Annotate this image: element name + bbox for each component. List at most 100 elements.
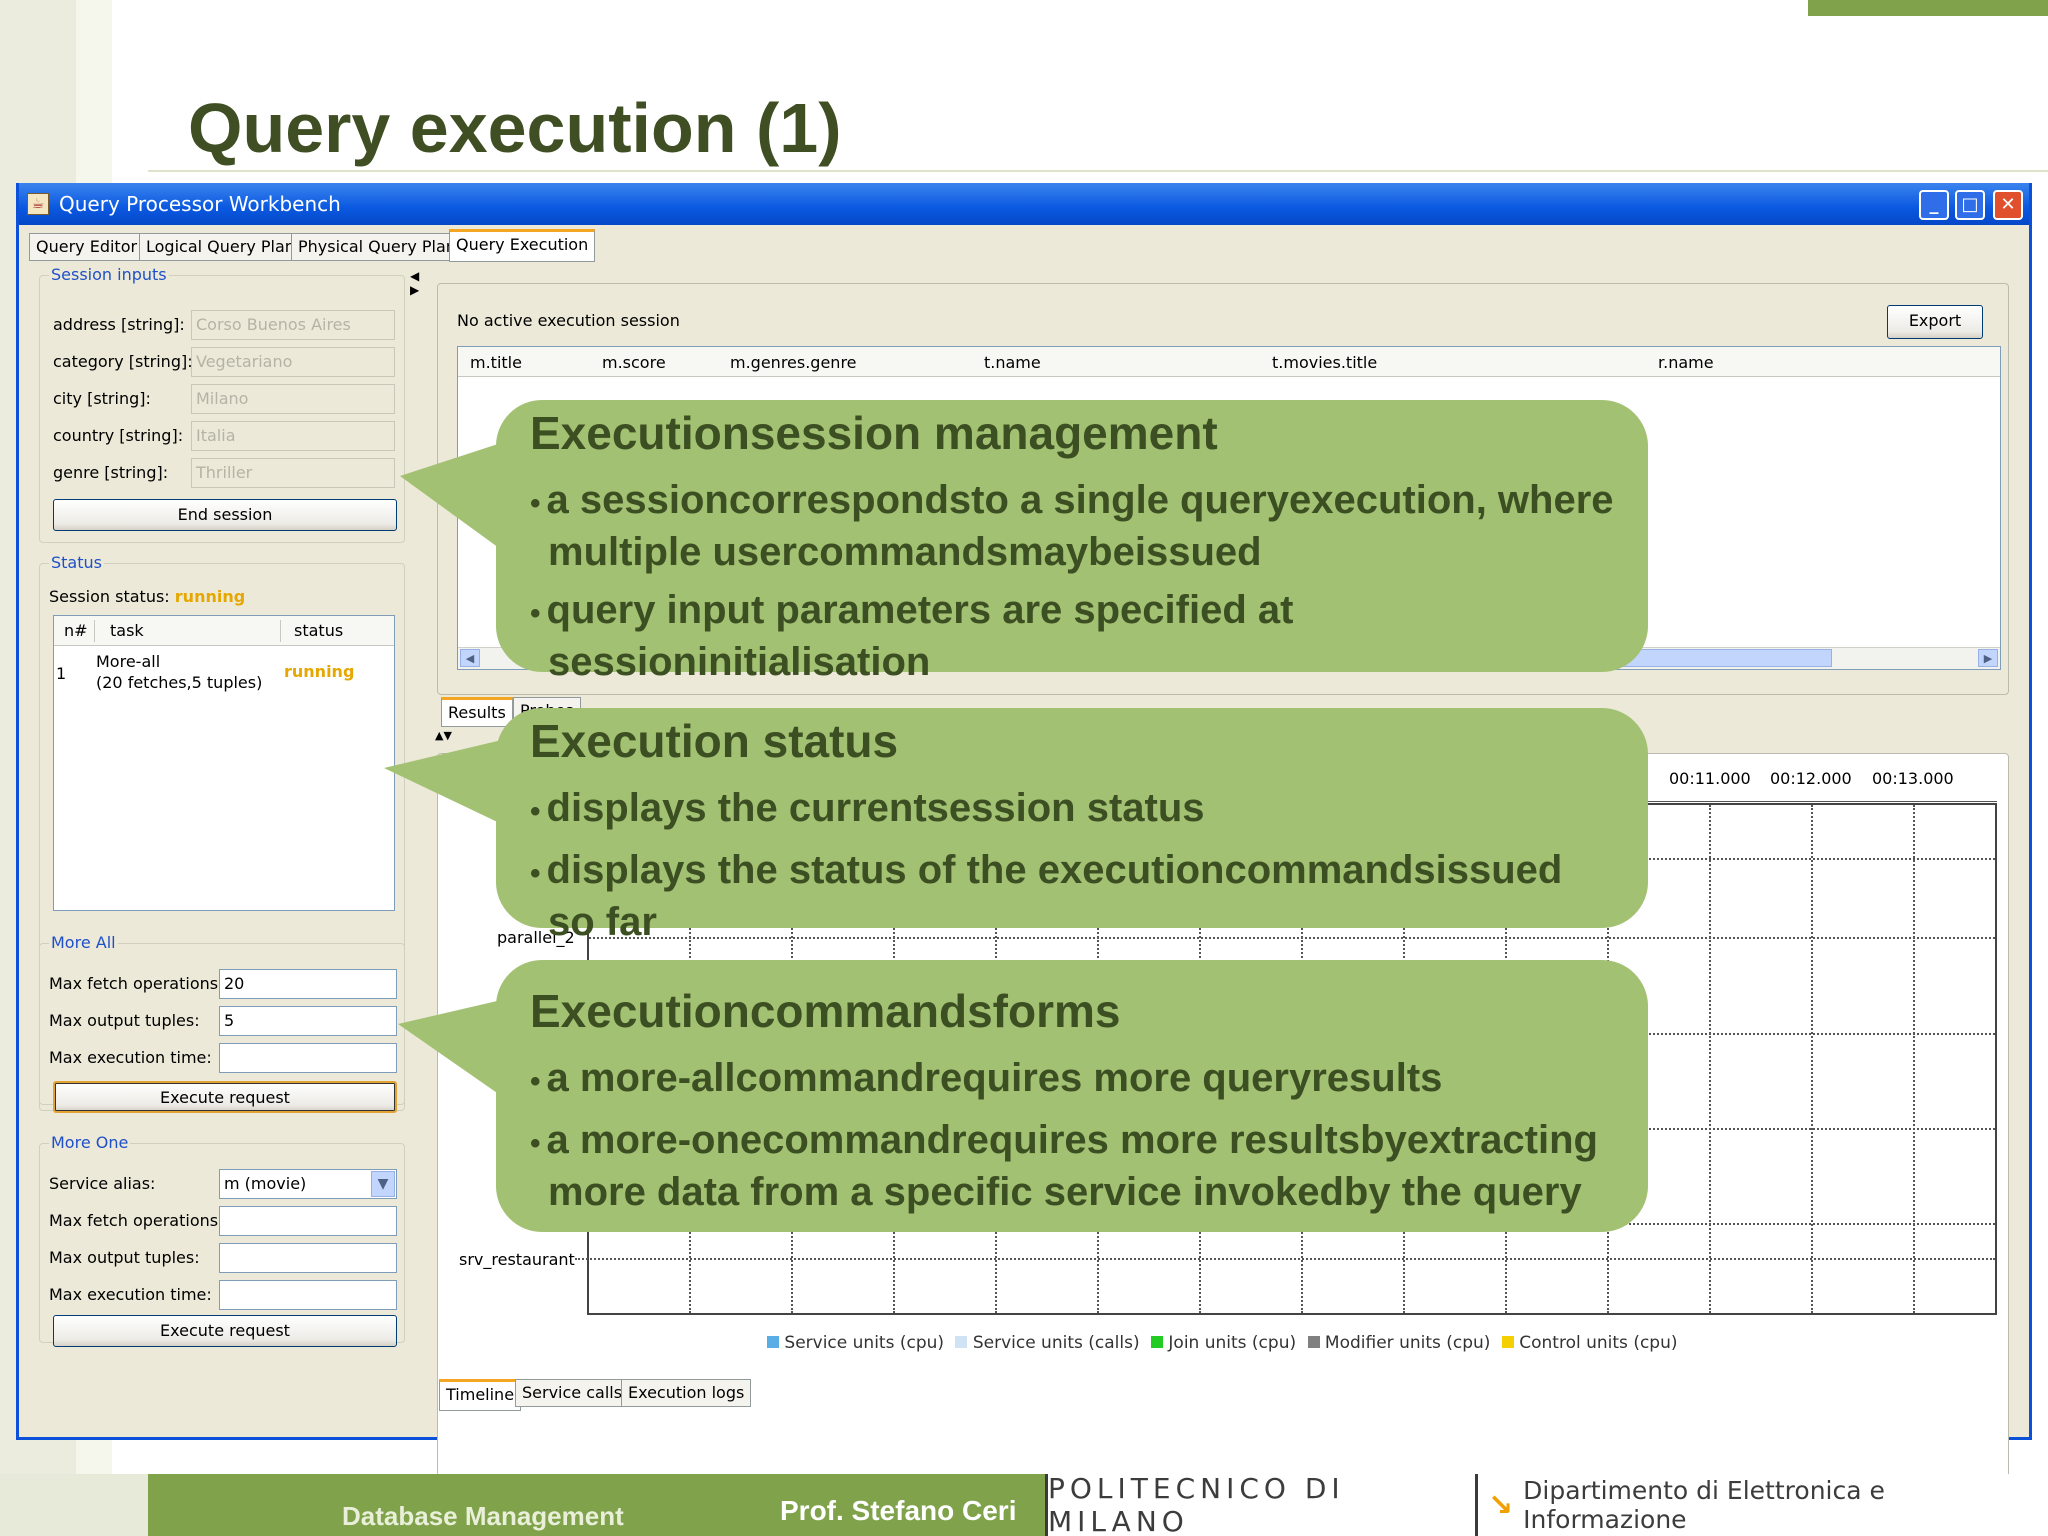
more-all-label: More All: [49, 933, 118, 952]
callout-pointer: [384, 738, 510, 828]
row-label-srv-restaurant: srv_restaurant: [459, 1250, 575, 1269]
more-one-fetch-label: Max fetch operations:: [49, 1211, 224, 1230]
minimize-button[interactable]: _: [1919, 190, 1949, 220]
category-field[interactable]: Vegetariano: [191, 347, 395, 377]
tick-label: 00:12.000: [1770, 769, 1852, 788]
column-header-n[interactable]: n#: [64, 621, 88, 640]
maximize-button[interactable]: □: [1955, 190, 1985, 220]
column-header-r-name[interactable]: r.name: [1658, 353, 1714, 372]
tab-query-editor[interactable]: Query Editor: [29, 233, 145, 261]
slide-corner-bar: [1808, 0, 2048, 16]
department-logo-icon: ↘: [1488, 1487, 1514, 1523]
department-name: Dipartimento di Elettronica e Informazio…: [1523, 1476, 1885, 1534]
scroll-right-icon[interactable]: ▶: [1978, 649, 1998, 667]
grid-line: [1709, 805, 1711, 1313]
footer-course: Database Management: [342, 1501, 624, 1531]
more-all-execute-button[interactable]: Execute request: [53, 1081, 397, 1113]
row-task-detail: (20 fetches,5 tuples): [96, 673, 263, 692]
tick-label: 00:11.000: [1669, 769, 1751, 788]
service-alias-select[interactable]: m (movie) ▼: [219, 1169, 397, 1199]
scroll-left-icon[interactable]: ◀: [460, 649, 480, 667]
tab-service-calls[interactable]: Service calls: [515, 1379, 630, 1407]
tab-results[interactable]: Results: [441, 697, 513, 727]
session-status-label: Session status: running: [49, 587, 246, 606]
splitter-arrows-icon[interactable]: ◀ ▶: [410, 269, 419, 297]
results-table-header: [458, 347, 2000, 377]
service-alias-value: m (movie): [224, 1174, 307, 1193]
callout-pointer: [398, 998, 510, 1102]
chevron-down-icon[interactable]: ▼: [371, 1171, 395, 1197]
callout-command-forms: Executioncommandsforms a more-allcommand…: [496, 960, 1648, 1232]
callout-bullet: displays the currentsession status: [547, 784, 1618, 836]
status-table: n# task status 1 More-all (20 fetches,5 …: [53, 615, 395, 911]
tab-execution-logs[interactable]: Execution logs: [621, 1379, 752, 1407]
legend-item: Control units (cpu): [1519, 1333, 1678, 1353]
tab-timeline[interactable]: Timeline: [439, 1379, 522, 1411]
address-field[interactable]: Corso Buenos Aires: [191, 310, 395, 340]
callout-title: Execution status: [530, 715, 899, 767]
callout-bullet: a more-allcommandrequires more queryresu…: [547, 1054, 1618, 1106]
footer-department: ↘ Dipartimento di Elettronica e Informaz…: [1475, 1474, 2048, 1536]
session-status-value: running: [174, 587, 246, 606]
more-all-tuples-label: Max output tuples:: [49, 1011, 200, 1030]
legend-swatch: [1307, 1336, 1320, 1348]
java-cup-icon: ☕: [27, 193, 49, 215]
tab-query-execution[interactable]: Query Execution: [449, 229, 596, 262]
more-all-tuples-input[interactable]: 5: [219, 1006, 397, 1036]
genre-label: genre [string]:: [53, 463, 169, 482]
row-task: More-all: [96, 652, 161, 671]
city-label: city [string]:: [53, 389, 151, 408]
legend-swatch: [1151, 1336, 1163, 1348]
row-status: running: [284, 662, 355, 681]
more-one-tuples-input[interactable]: [219, 1243, 397, 1273]
window-titlebar[interactable]: ☕ Query Processor Workbench _ □ ✕: [19, 183, 2029, 225]
callout-bullet: query input parameters are specified at …: [547, 586, 1618, 686]
more-one-label: More One: [49, 1133, 131, 1152]
more-all-time-input[interactable]: [219, 1043, 397, 1073]
column-header-m-score[interactable]: m.score: [602, 353, 666, 372]
column-header-t-name[interactable]: t.name: [984, 353, 1041, 372]
callout-title: Executioncommandsforms: [530, 985, 1121, 1037]
tab-physical-query-plan[interactable]: Physical Query Plan: [291, 233, 463, 261]
callout-bullet: a sessioncorrespondsto a single queryexe…: [547, 476, 1618, 576]
column-header-m-title[interactable]: m.title: [470, 353, 522, 372]
callout-bullet: a more-onecommandrequires more resultsby…: [547, 1116, 1618, 1216]
more-one-execute-button[interactable]: Execute request: [53, 1315, 397, 1347]
service-alias-label: Service alias:: [49, 1174, 156, 1193]
status-label: Status: [49, 553, 104, 572]
column-header-status[interactable]: status: [294, 621, 343, 640]
column-header-t-movies-title[interactable]: t.movies.title: [1272, 353, 1377, 372]
column-divider: [280, 620, 281, 642]
city-field[interactable]: Milano: [191, 384, 395, 414]
more-one-time-input[interactable]: [219, 1280, 397, 1310]
grid-line: [1913, 805, 1915, 1313]
window-title: Query Processor Workbench: [59, 192, 341, 216]
column-header-task[interactable]: task: [110, 621, 144, 640]
column-divider: [94, 620, 95, 642]
more-one-tuples-label: Max output tuples:: [49, 1248, 200, 1267]
no-session-text: No active execution session: [457, 311, 680, 330]
legend-item: Modifier units (cpu): [1324, 1333, 1491, 1353]
legend-item: Service units (cpu): [784, 1333, 945, 1353]
callout-bullet: displays the status of the executioncomm…: [547, 846, 1618, 946]
grid-line: [575, 1258, 1995, 1260]
close-button[interactable]: ✕: [1993, 190, 2023, 220]
country-field[interactable]: Italia: [191, 421, 395, 451]
tick-label: 00:13.000: [1872, 769, 1954, 788]
column-header-m-genres-genre[interactable]: m.genres.genre: [730, 353, 857, 372]
tab-logical-query-plan[interactable]: Logical Query Plan: [139, 233, 302, 261]
callout-execution-status: Execution status displays the currentses…: [496, 708, 1648, 944]
footer-institution: POLITECNICO DI MILANO: [1045, 1472, 1475, 1536]
legend-item: Join units (cpu): [1168, 1333, 1297, 1353]
end-session-button[interactable]: End session: [53, 499, 397, 531]
genre-field[interactable]: Thriller: [191, 458, 395, 488]
export-button[interactable]: Export: [1887, 305, 1983, 339]
category-label: category [string]:: [53, 352, 193, 371]
slide-title: Query execution (1): [188, 89, 842, 167]
more-all-fetch-label: Max fetch operations:: [49, 974, 224, 993]
more-one-fetch-input[interactable]: [219, 1206, 397, 1236]
more-all-fetch-input[interactable]: 20: [219, 969, 397, 999]
footer-author: Prof. Stefano Ceri: [780, 1495, 1017, 1526]
more-all-time-label: Max execution time:: [49, 1048, 212, 1067]
session-inputs-label: Session inputs: [49, 265, 169, 284]
